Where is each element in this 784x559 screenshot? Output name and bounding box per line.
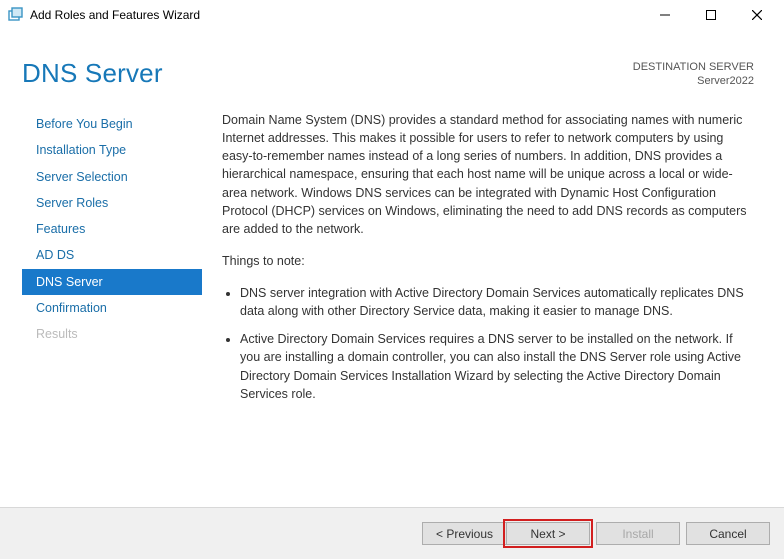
nav-item-results: Results (22, 321, 202, 347)
destination-label: DESTINATION SERVER (633, 60, 754, 74)
destination-value: Server2022 (633, 74, 754, 88)
notes-list: DNS server integration with Active Direc… (222, 284, 754, 403)
maximize-button[interactable] (688, 0, 734, 30)
nav-button-pair: < Previous Next > (422, 522, 590, 545)
previous-button[interactable]: < Previous (422, 522, 506, 545)
window-title: Add Roles and Features Wizard (30, 8, 642, 22)
note-bullet: Active Directory Domain Services require… (240, 330, 754, 403)
next-button[interactable]: Next > (506, 522, 590, 545)
notes-heading: Things to note: (222, 252, 754, 270)
page-title: DNS Server (22, 58, 633, 89)
nav-item-before-you-begin[interactable]: Before You Begin (22, 111, 202, 137)
nav-item-dns-server[interactable]: DNS Server (22, 269, 202, 295)
nav-item-server-roles[interactable]: Server Roles (22, 190, 202, 216)
nav-item-server-selection[interactable]: Server Selection (22, 164, 202, 190)
titlebar: Add Roles and Features Wizard (0, 0, 784, 30)
cancel-button[interactable]: Cancel (686, 522, 770, 545)
app-icon (8, 7, 24, 23)
header-row: DNS Server DESTINATION SERVER Server2022 (0, 30, 784, 89)
note-bullet: DNS server integration with Active Direc… (240, 284, 754, 320)
nav-item-installation-type[interactable]: Installation Type (22, 137, 202, 163)
minimize-button[interactable] (642, 0, 688, 30)
nav-item-ad-ds[interactable]: AD DS (22, 242, 202, 268)
window-controls (642, 0, 780, 30)
close-button[interactable] (734, 0, 780, 30)
nav-item-confirmation[interactable]: Confirmation (22, 295, 202, 321)
install-button: Install (596, 522, 680, 545)
main-content: Domain Name System (DNS) provides a stan… (202, 111, 754, 413)
nav-item-features[interactable]: Features (22, 216, 202, 242)
wizard-nav: Before You BeginInstallation TypeServer … (22, 111, 202, 413)
intro-text: Domain Name System (DNS) provides a stan… (222, 111, 754, 238)
destination-box: DESTINATION SERVER Server2022 (633, 58, 754, 89)
footer: < Previous Next > Install Cancel (0, 507, 784, 559)
